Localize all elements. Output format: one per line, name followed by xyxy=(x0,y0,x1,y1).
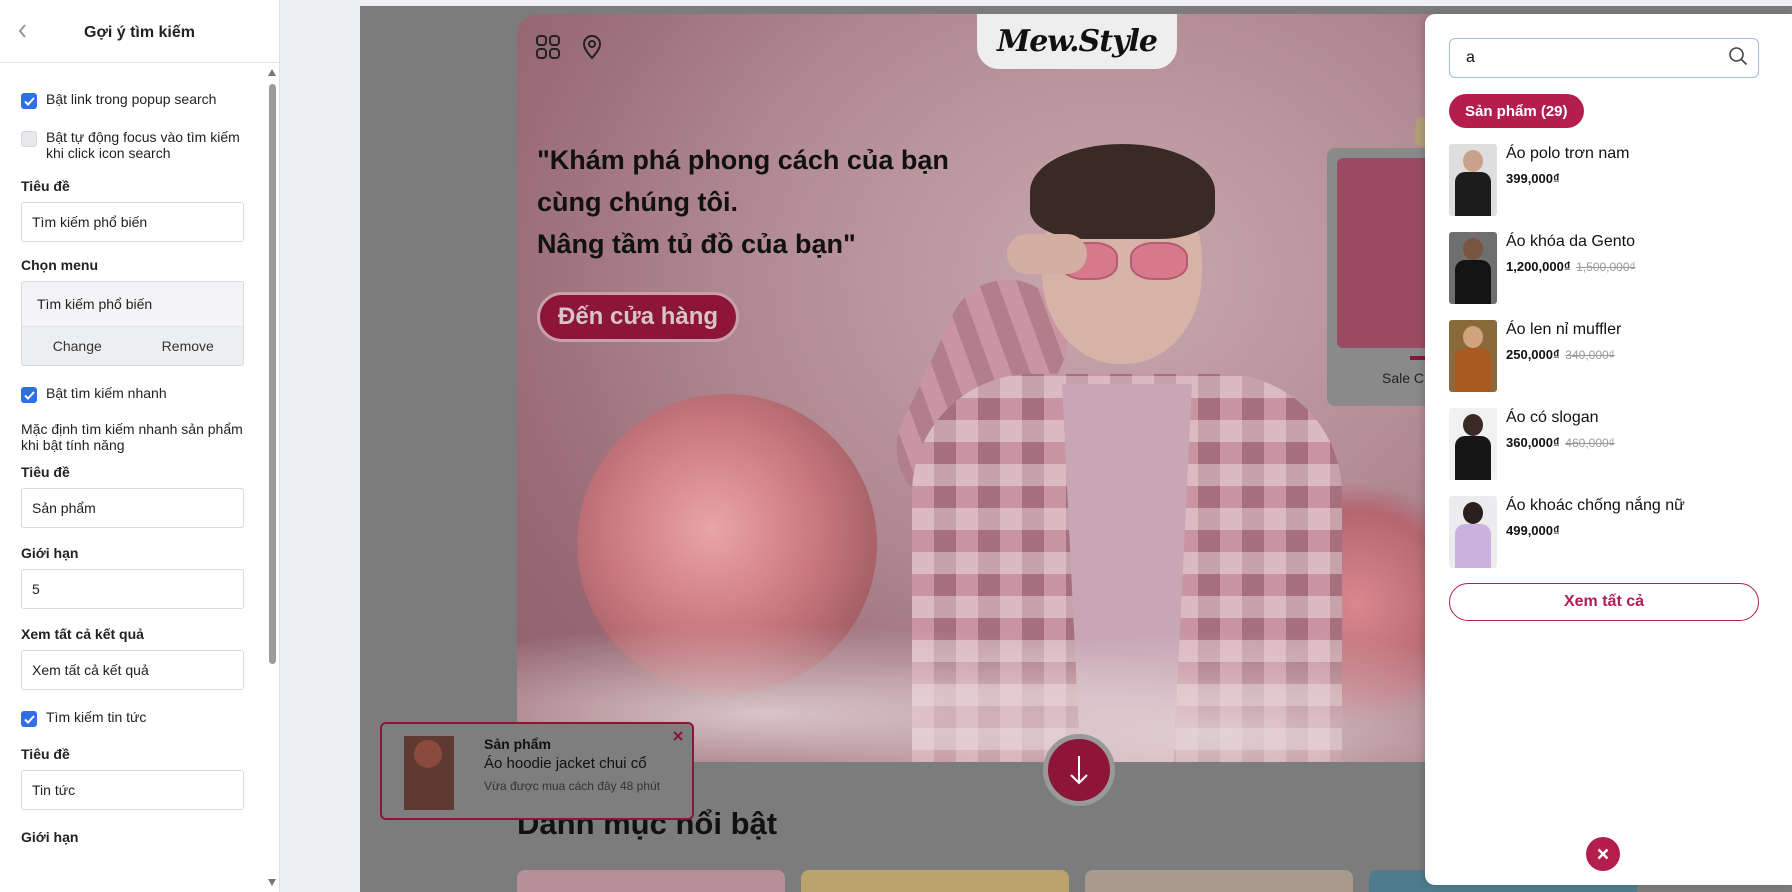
product-price: 250,000₫ xyxy=(1506,347,1560,362)
search-icon[interactable] xyxy=(1728,46,1748,71)
news-search-toggle[interactable]: Tìm kiếm tin tức xyxy=(21,709,244,727)
tab-products[interactable]: Sản phẩm (29) xyxy=(1449,94,1584,128)
settings-panel: Gợi ý tìm kiếm Bật link trong popup sear… xyxy=(0,0,280,892)
menu-remove-button[interactable]: Remove xyxy=(133,327,244,365)
scroll-down-button[interactable] xyxy=(1043,734,1115,806)
limit-label: Giới hạn xyxy=(21,545,79,561)
product-name: Áo len nỉ muffler xyxy=(1506,321,1622,338)
notification-time: Vừa được mua cách đây 48 phút xyxy=(484,779,661,793)
scroll-up-icon[interactable] xyxy=(268,69,276,76)
product-old-price: 1,500,000₫ xyxy=(1576,260,1636,274)
notification-product-image xyxy=(404,736,454,810)
result-item[interactable]: Áo polo trơn nam 399,000₫ xyxy=(1449,144,1769,216)
product-old-price: 460,000₫ xyxy=(1565,436,1615,450)
see-all-label: Xem tất cả kết quả xyxy=(21,626,144,642)
hero-banner: Mew.Style "Khám phá phong cách của bạn c… xyxy=(517,14,1517,762)
result-item[interactable]: Áo khóa da Gento 1,200,000₫ 1,500,000₫ xyxy=(1449,232,1769,304)
autofocus-label: Bật tự động focus vào tìm kiếm khi click… xyxy=(46,129,240,161)
menu-label: Chọn menu xyxy=(21,257,98,273)
quick-search-label: Bật tìm kiếm nhanh xyxy=(46,385,167,401)
category-card[interactable] xyxy=(517,870,785,892)
tagline-line: cùng chúng tôi. xyxy=(537,187,738,217)
result-item[interactable]: Áo có slogan 360,000₫ 460,000₫ xyxy=(1449,408,1769,480)
search-results: Áo polo trơn nam 399,000₫ Áo khóa da Gen… xyxy=(1449,144,1769,584)
checkbox-checked-icon[interactable] xyxy=(21,387,37,403)
news-search-label: Tìm kiếm tin tức xyxy=(46,709,147,725)
tagline-line: Nâng tầm tủ đồ của bạn" xyxy=(537,229,856,259)
category-card[interactable] xyxy=(1085,870,1353,892)
search-input[interactable]: a xyxy=(1449,38,1759,78)
autofocus-toggle[interactable]: Bật tự động focus vào tìm kiếm khi click… xyxy=(21,129,244,161)
product-old-price: 340,000₫ xyxy=(1565,348,1615,362)
menu-value: Tìm kiếm phổ biến xyxy=(22,282,243,327)
news-title-label: Tiêu đề xyxy=(21,746,70,762)
purchase-notification[interactable]: Sản phẩm Áo hoodie jacket chui cổ Vừa đư… xyxy=(380,722,694,820)
title-input[interactable]: Tìm kiếm phổ biến xyxy=(21,202,244,242)
search-popup: a Sản phẩm (29) Áo polo trơn nam 399,000… xyxy=(1425,14,1792,885)
product-image xyxy=(1449,320,1497,392)
product-image xyxy=(1449,144,1497,216)
product-image xyxy=(1449,232,1497,304)
hand-image xyxy=(1007,234,1087,274)
checkbox-checked-icon[interactable] xyxy=(21,711,37,727)
panel-title: Gợi ý tìm kiếm xyxy=(84,24,195,41)
menu-grid-icon[interactable] xyxy=(535,34,561,65)
category-card[interactable] xyxy=(801,870,1069,892)
checkbox-unchecked-icon[interactable] xyxy=(21,131,37,147)
close-icon[interactable] xyxy=(668,726,688,746)
notification-title: Sản phẩm xyxy=(484,736,551,752)
result-item[interactable]: Áo len nỉ muffler 250,000₫ 340,000₫ xyxy=(1449,320,1769,392)
limit-input[interactable]: 5 xyxy=(21,569,244,609)
product-price: 399,000₫ xyxy=(1506,171,1560,186)
news-limit-label: Giới hạn xyxy=(21,829,79,845)
popup-link-label: Bật link trong popup search xyxy=(46,91,217,107)
product-name: Áo khoác chống nắng nữ xyxy=(1506,497,1685,514)
hero-tagline: "Khám phá phong cách của bạn cùng chúng … xyxy=(537,139,949,265)
notification-product: Áo hoodie jacket chui cổ xyxy=(484,755,647,772)
product-price: 360,000₫ xyxy=(1506,435,1560,450)
store-logo-text: Mew.Style xyxy=(997,24,1158,59)
close-popup-button[interactable] xyxy=(1586,837,1620,871)
panel-body: Bật link trong popup search Bật tự động … xyxy=(0,64,265,892)
quick-search-toggle[interactable]: Bật tìm kiếm nhanh xyxy=(21,385,244,403)
result-item[interactable]: Áo khoác chống nắng nữ 499,000₫ xyxy=(1449,496,1769,568)
product-title-label: Tiêu đề xyxy=(21,464,70,480)
panel-scrollbar[interactable] xyxy=(265,64,279,892)
see-all-button[interactable]: Xem tất cả xyxy=(1449,583,1759,621)
store-logo[interactable]: Mew.Style xyxy=(977,14,1177,69)
product-name: Áo khóa da Gento xyxy=(1506,233,1635,250)
checkbox-checked-icon[interactable] xyxy=(21,93,37,109)
title-label: Tiêu đề xyxy=(21,178,70,194)
product-title-input[interactable]: Sản phẩm xyxy=(21,488,244,528)
tagline-line: "Khám phá phong cách của bạn xyxy=(537,145,949,175)
location-pin-icon[interactable] xyxy=(581,34,603,65)
panel-header: Gợi ý tìm kiếm xyxy=(0,0,279,63)
scroll-down-icon[interactable] xyxy=(268,879,276,886)
product-name: Áo có slogan xyxy=(1506,409,1599,426)
popup-link-toggle[interactable]: Bật link trong popup search xyxy=(21,91,244,109)
product-image xyxy=(1449,408,1497,480)
product-image xyxy=(1449,496,1497,568)
scroll-thumb[interactable] xyxy=(269,84,276,664)
sale-card-caption: Sale C xyxy=(1382,370,1425,386)
menu-change-button[interactable]: Change xyxy=(22,327,133,365)
product-price: 1,200,000₫ xyxy=(1506,259,1571,274)
news-title-input[interactable]: Tin tức xyxy=(21,770,244,810)
see-all-input[interactable]: Xem tất cả kết quả xyxy=(21,650,244,690)
product-name: Áo polo trơn nam xyxy=(1506,145,1630,162)
product-price: 499,000₫ xyxy=(1506,523,1560,538)
go-to-store-button[interactable]: Đến cửa hàng xyxy=(537,292,740,342)
search-query[interactable]: a xyxy=(1466,49,1728,67)
quick-search-help: Mặc định tìm kiếm nhanh sản phẩm khi bật… xyxy=(21,421,243,453)
menu-picker: Tìm kiếm phổ biến Change Remove xyxy=(21,281,244,366)
